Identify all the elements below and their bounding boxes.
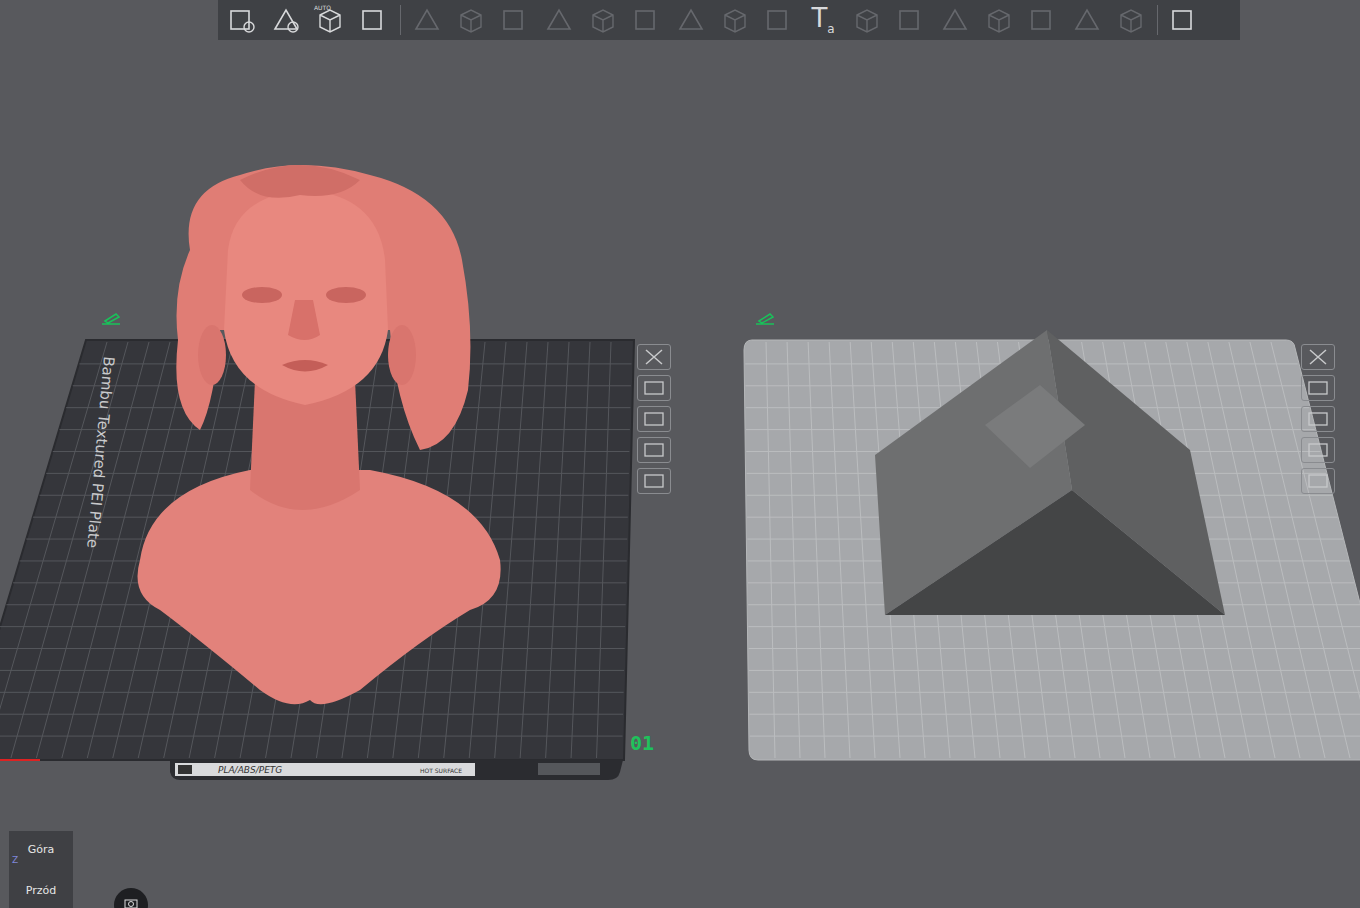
plate-tool-button[interactable]: [1301, 406, 1335, 432]
view-cube[interactable]: Z Góra Przód: [9, 831, 73, 908]
plate-tool-button[interactable]: [637, 468, 671, 494]
plate-tool-icon: [641, 347, 667, 367]
toolbar-button[interactable]: [849, 3, 885, 37]
plate-number: 01: [630, 731, 654, 755]
view-top-label[interactable]: Góra: [28, 843, 55, 856]
tool-icon: [852, 5, 882, 35]
view-front-label[interactable]: Przód: [26, 884, 56, 897]
tool-icon: [588, 5, 618, 35]
plate-tool-button[interactable]: [1301, 375, 1335, 401]
bed-name: Bambu Textured PEI Plate: [83, 356, 118, 549]
toolbar-button[interactable]: [937, 3, 973, 37]
camera-button[interactable]: [114, 888, 148, 908]
toolbar-button[interactable]: [717, 3, 753, 37]
prism-model[interactable]: [875, 330, 1225, 615]
plate-tool-button[interactable]: [1301, 344, 1335, 370]
toolbar-separator: [400, 5, 401, 35]
auto-label: AUTO: [314, 4, 331, 11]
tool-icon: [500, 5, 530, 35]
toolbar-button[interactable]: [268, 3, 304, 37]
tool-icon: [227, 5, 257, 35]
tool-icon: [544, 5, 574, 35]
plate-tool-icon: [1305, 378, 1331, 398]
toolbar-button[interactable]: [497, 3, 533, 37]
plate-tool-button[interactable]: [637, 406, 671, 432]
toolbar-button[interactable]: [356, 3, 392, 37]
tool-icon: [359, 5, 389, 35]
plate-tool-button[interactable]: [637, 437, 671, 463]
plate-tool-button[interactable]: [637, 344, 671, 370]
toolbar-button[interactable]: [629, 3, 665, 37]
toolbar-button[interactable]: [1025, 3, 1061, 37]
plate-tools: [1301, 344, 1335, 494]
toolbar-button[interactable]: [1166, 3, 1202, 37]
toolbar-button[interactable]: [453, 3, 489, 37]
toolbar-button[interactable]: [761, 3, 797, 37]
hot-surface-label: HOT SURFACE: [420, 767, 462, 774]
tool-icon: [632, 5, 662, 35]
camera-icon: [123, 896, 139, 908]
edit-plate-name-icon[interactable]: [754, 312, 776, 326]
toolbar-button[interactable]: Ta: [805, 3, 841, 37]
tool-icon: [1169, 5, 1199, 35]
plate-tool-icon: [1305, 440, 1331, 460]
plate-tool-icon: [641, 378, 667, 398]
tool-icon: [764, 5, 794, 35]
plate-tool-button[interactable]: [1301, 437, 1335, 463]
tool-icon: [456, 5, 486, 35]
plate-tool-icon: [641, 409, 667, 429]
toolbar-button[interactable]: [224, 3, 260, 37]
plate-tool-button[interactable]: [637, 375, 671, 401]
toolbar-button[interactable]: [1069, 3, 1105, 37]
plate-tool-icon: [641, 471, 667, 491]
toolbar-separator: [1157, 5, 1158, 35]
tool-icon: [984, 5, 1014, 35]
toolbar-button[interactable]: [893, 3, 929, 37]
plate-tools: [637, 344, 671, 494]
tool-icon: [940, 5, 970, 35]
plate-tool-icon: [1305, 471, 1331, 491]
toolbar-button[interactable]: AUTO: [312, 3, 348, 37]
tool-icon: [676, 5, 706, 35]
tool-icon: [720, 5, 750, 35]
z-axis-label: Z: [12, 855, 18, 865]
toolbar-button[interactable]: [1113, 3, 1149, 37]
tool-icon: [271, 5, 301, 35]
plate[interactable]: Bambu Textured PEI Plate PLA/ABS/PETG HOT …: [0, 340, 654, 780]
tool-icon: [412, 5, 442, 35]
plate-tool-icon: [1305, 347, 1331, 367]
tool-icon: [1072, 5, 1102, 35]
text-tool-label: Ta: [811, 5, 834, 35]
3d-viewport[interactable]: Bambu Textured PEI Plate PLA/ABS/PETG HOT …: [0, 0, 1360, 908]
edit-plate-name-icon[interactable]: [100, 312, 122, 326]
toolbar-button[interactable]: [673, 3, 709, 37]
toolbar-button[interactable]: [981, 3, 1017, 37]
tool-icon: [1028, 5, 1058, 35]
filament-label: PLA/ABS/PETG: [218, 765, 282, 775]
toolbar-button[interactable]: [585, 3, 621, 37]
tool-icon: [1116, 5, 1146, 35]
toolbar-button[interactable]: [541, 3, 577, 37]
bust-model[interactable]: [138, 165, 501, 704]
main-toolbar: AUTO Ta: [218, 0, 1240, 40]
slicer-window: Bambu Textured PEI Plate PLA/ABS/PETG HOT …: [0, 0, 1360, 908]
plate[interactable]: [744, 340, 1360, 760]
toolbar-button[interactable]: [409, 3, 445, 37]
plate-tool-button[interactable]: [1301, 468, 1335, 494]
plate-tool-icon: [1305, 409, 1331, 429]
tool-icon: [896, 5, 926, 35]
plate-tool-icon: [641, 440, 667, 460]
